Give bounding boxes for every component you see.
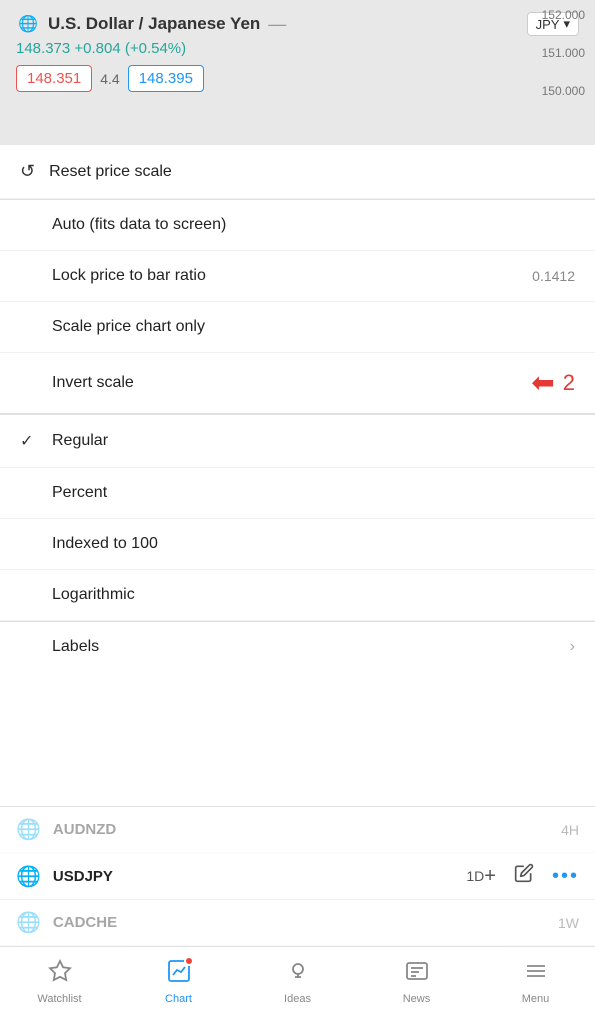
auto-fit-item[interactable]: Auto (fits data to screen) <box>0 200 595 251</box>
nav-item-ideas[interactable]: Ideas <box>238 959 357 1005</box>
reset-price-scale-item[interactable]: ↺ Reset price scale <box>0 145 595 199</box>
nav-item-news[interactable]: News <box>357 959 476 1005</box>
ticker-timeframe-cadche: 1W <box>558 915 579 931</box>
scale-labels: 152.000 151.000 150.000 <box>542 8 585 98</box>
nav-item-watchlist[interactable]: Watchlist <box>0 959 119 1005</box>
scale-price-label: Scale price chart only <box>52 318 575 336</box>
ticker-timeframe-usdjpy: 1D <box>466 868 484 884</box>
chevron-right-icon: › <box>570 638 575 656</box>
percent-label: Percent <box>52 484 575 502</box>
red-arrow-icon: ⬅ <box>531 369 554 397</box>
news-label: News <box>403 993 431 1005</box>
lock-price-value: 0.1412 <box>532 268 575 284</box>
bottom-nav: Watchlist Chart Ideas <box>0 946 595 1024</box>
edit-button[interactable] <box>514 863 534 889</box>
add-button[interactable]: + <box>484 865 496 888</box>
regular-label: Regular <box>52 432 575 450</box>
regular-item[interactable]: ✓ Regular <box>0 415 595 468</box>
ideas-icon <box>286 959 310 989</box>
price-main: 148.373 +0.804 (+0.54%) <box>16 40 186 57</box>
currency-flag: 🌐 <box>16 12 40 36</box>
notification-dot <box>184 956 194 966</box>
price-separator: 4.4 <box>100 71 119 87</box>
watchlist-icon <box>48 959 72 989</box>
ticker-row-usdjpy[interactable]: 🌐 USDJPY 1D + ••• <box>0 853 595 900</box>
labels-item[interactable]: Labels › <box>0 622 595 672</box>
scale-label-3: 150.000 <box>542 84 585 98</box>
lock-price-item[interactable]: Lock price to bar ratio 0.1412 <box>0 251 595 302</box>
indexed-label: Indexed to 100 <box>52 535 575 553</box>
chart-label: Chart <box>165 993 192 1005</box>
menu-label: Menu <box>522 993 550 1005</box>
checkmark-regular: ✓ <box>20 431 38 451</box>
annotation-number: 2 <box>563 370 575 396</box>
ticker-flag-audnzd: 🌐 <box>16 817 41 842</box>
lock-price-label: Lock price to bar ratio <box>52 267 532 285</box>
scale-price-item[interactable]: Scale price chart only <box>0 302 595 353</box>
labels-label: Labels <box>52 638 562 656</box>
ticker-flag-usdjpy: 🌐 <box>16 864 41 889</box>
scale-label-2: 151.000 <box>542 46 585 60</box>
ticker-flag-cadche: 🌐 <box>16 910 41 935</box>
nav-item-chart[interactable]: Chart <box>119 959 238 1005</box>
ticker-row-audnzd[interactable]: 🌐 AUDNZD 4H <box>0 807 595 853</box>
more-button[interactable]: ••• <box>552 865 579 888</box>
ticker-symbol-usdjpy: USDJPY <box>53 868 450 885</box>
logarithmic-item[interactable]: Logarithmic <box>0 570 595 621</box>
indexed-item[interactable]: Indexed to 100 <box>0 519 595 570</box>
chart-icon-wrapper <box>167 959 191 989</box>
logarithmic-label: Logarithmic <box>52 586 575 604</box>
minus-icon: — <box>268 14 286 35</box>
chart-header: 🌐 U.S. Dollar / Japanese Yen — JPY ▾ 148… <box>0 0 595 145</box>
news-icon <box>405 959 429 989</box>
auto-fit-label: Auto (fits data to screen) <box>52 216 575 234</box>
ticker-symbol-cadche: CADCHE <box>53 914 542 931</box>
menu-icon <box>524 959 548 989</box>
invert-scale-label: Invert scale <box>52 374 531 392</box>
ticker-row-cadche[interactable]: 🌐 CADCHE 1W <box>0 900 595 946</box>
reset-icon: ↺ <box>20 161 35 182</box>
nav-item-menu[interactable]: Menu <box>476 959 595 1005</box>
reset-price-scale-label: Reset price scale <box>49 163 575 181</box>
watchlist-label: Watchlist <box>37 993 81 1005</box>
chart-icon <box>167 963 191 988</box>
ticker-bar: 🌐 AUDNZD 4H 🌐 USDJPY 1D + ••• 🌐 CADCHE 1… <box>0 806 595 946</box>
ticker-symbol-audnzd: AUDNZD <box>53 821 545 838</box>
invert-scale-item[interactable]: Invert scale ⬅ 2 <box>0 353 595 414</box>
invert-annotation: ⬅ 2 <box>531 369 575 397</box>
chart-title: U.S. Dollar / Japanese Yen <box>48 14 260 34</box>
scale-label-1: 152.000 <box>542 8 585 22</box>
ideas-label: Ideas <box>284 993 311 1005</box>
menu-overlay: ↺ Reset price scale Auto (fits data to s… <box>0 145 595 894</box>
price-input-left[interactable]: 148.351 <box>16 65 92 92</box>
percent-item[interactable]: Percent <box>0 468 595 519</box>
ticker-timeframe-audnzd: 4H <box>561 822 579 838</box>
price-input-right[interactable]: 148.395 <box>128 65 204 92</box>
ticker-actions: + ••• <box>484 863 579 889</box>
